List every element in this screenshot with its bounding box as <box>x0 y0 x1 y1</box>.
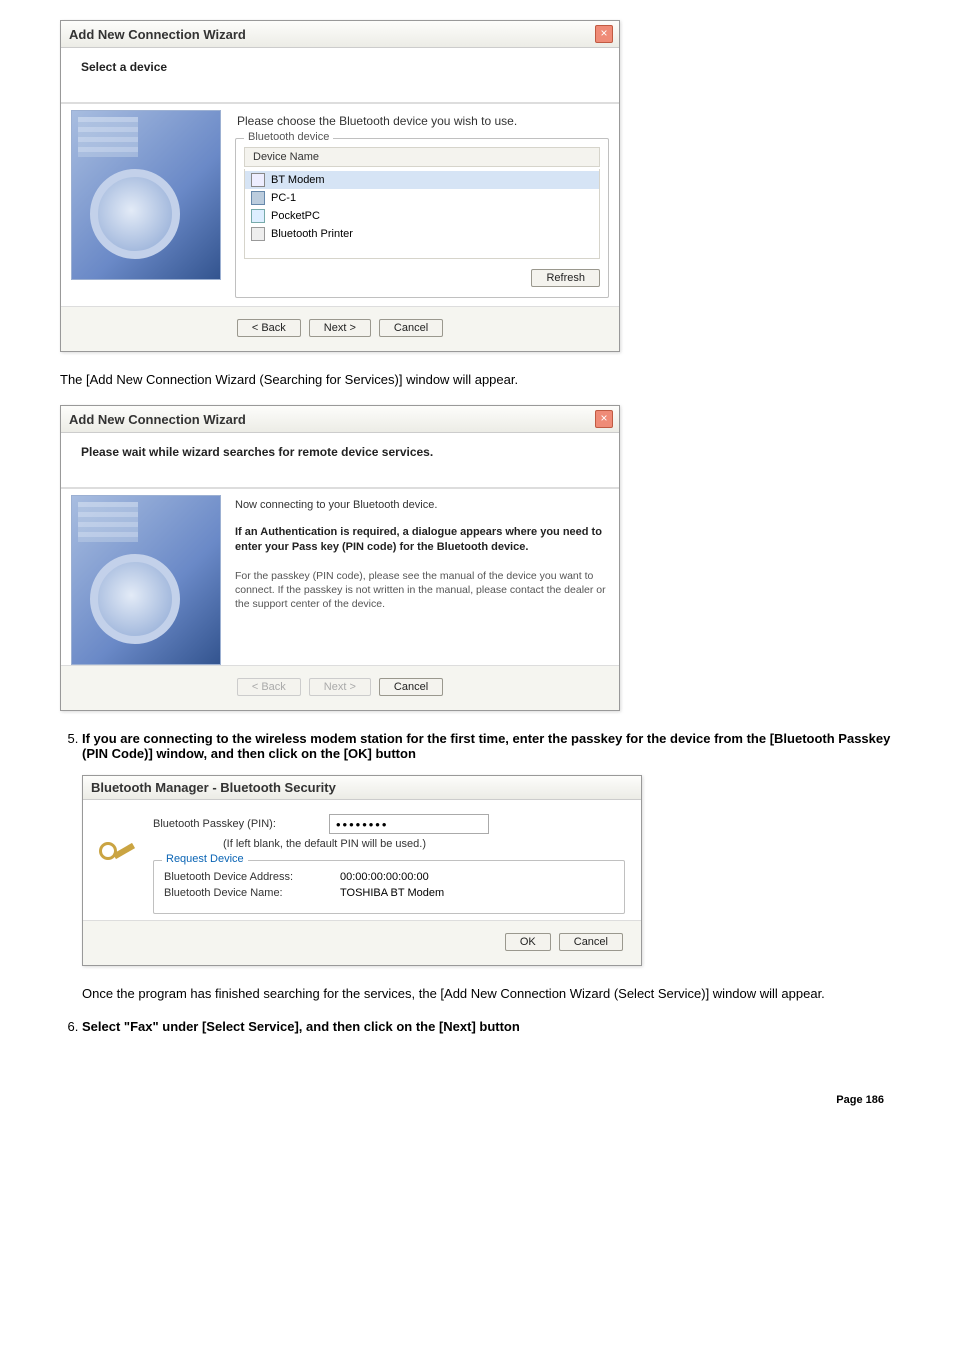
body-paragraph: Once the program has finished searching … <box>82 986 894 1001</box>
close-icon[interactable]: × <box>595 25 613 43</box>
printer-icon <box>251 227 265 241</box>
header-panel: Please wait while wizard searches for re… <box>61 433 619 488</box>
pda-icon <box>251 209 265 223</box>
dialog-title: Bluetooth Manager - Bluetooth Security <box>91 780 336 795</box>
refresh-button[interactable]: Refresh <box>531 269 600 287</box>
content-area: Bluetooth Passkey (PIN): •••••••• (If le… <box>83 800 641 921</box>
ok-button[interactable]: OK <box>505 933 551 951</box>
list-item[interactable]: PocketPC <box>245 207 599 225</box>
content-area: Please choose the Bluetooth device you w… <box>61 103 619 307</box>
modem-icon <box>251 173 265 187</box>
titlebar: Bluetooth Manager - Bluetooth Security <box>83 776 641 800</box>
request-device-title: Request Device <box>162 853 248 865</box>
dialog-header: Please wait while wizard searches for re… <box>77 443 603 459</box>
dialog-title: Add New Connection Wizard <box>69 412 246 427</box>
device-list[interactable]: BT Modem PC-1 PocketPC Bluetooth Printer <box>244 169 600 259</box>
titlebar: Add New Connection Wizard × <box>61 21 619 48</box>
button-row: < Back Next > Cancel <box>61 307 619 351</box>
name-label: Bluetooth Device Name: <box>164 887 324 899</box>
auth-warning: If an Authentication is required, a dial… <box>235 525 609 555</box>
dialog-header: Select a device <box>77 58 603 74</box>
step-6-text: Select "Fax" under [Select Service], and… <box>82 1019 520 1034</box>
close-icon[interactable]: × <box>595 410 613 428</box>
device-name: Bluetooth Printer <box>271 228 353 240</box>
content-right: Please choose the Bluetooth device you w… <box>235 110 609 306</box>
button-row: < Back Next > Cancel <box>61 666 619 710</box>
groupbox-title: Bluetooth device <box>244 131 333 143</box>
list-item[interactable]: Bluetooth Printer <box>245 225 599 243</box>
key-icon <box>99 832 139 872</box>
body-paragraph: The [Add New Connection Wizard (Searchin… <box>60 372 894 387</box>
status-text: Now connecting to your Bluetooth device. <box>235 499 609 511</box>
passkey-input[interactable]: •••••••• <box>329 814 489 834</box>
list-item[interactable]: PC-1 <box>245 189 599 207</box>
content-area: Now connecting to your Bluetooth device.… <box>61 488 619 666</box>
address-row: Bluetooth Device Address: 00:00:00:00:00… <box>164 871 614 883</box>
titlebar: Add New Connection Wizard × <box>61 406 619 433</box>
device-name: PC-1 <box>271 192 296 204</box>
address-value: 00:00:00:00:00:00 <box>340 871 429 883</box>
address-label: Bluetooth Device Address: <box>164 871 324 883</box>
header-panel: Select a device <box>61 48 619 103</box>
bluetooth-device-group: Bluetooth device Device Name BT Modem PC… <box>235 138 609 298</box>
list-item[interactable]: BT Modem <box>245 171 599 189</box>
select-device-dialog: Add New Connection Wizard × Select a dev… <box>60 20 620 352</box>
refresh-row: Refresh <box>244 269 600 287</box>
back-button: < Back <box>237 678 301 696</box>
cancel-button[interactable]: Cancel <box>559 933 623 951</box>
dialog-title: Add New Connection Wizard <box>69 27 246 42</box>
list-header: Device Name <box>244 147 600 167</box>
step-5: If you are connecting to the wireless mo… <box>82 731 894 1001</box>
device-name: PocketPC <box>271 210 320 222</box>
passkey-hint: For the passkey (PIN code), please see t… <box>235 569 609 612</box>
bluetooth-security-dialog: Bluetooth Manager - Bluetooth Security B… <box>82 775 642 966</box>
name-value: TOSHIBA BT Modem <box>340 887 444 899</box>
passkey-row: Bluetooth Passkey (PIN): •••••••• <box>153 814 625 834</box>
button-row: OK Cancel <box>83 921 641 965</box>
wizard-illustration <box>71 110 221 280</box>
step-5-text: If you are connecting to the wireless mo… <box>82 731 890 761</box>
cancel-button[interactable]: Cancel <box>379 678 443 696</box>
back-button[interactable]: < Back <box>237 319 301 337</box>
prompt-text: Please choose the Bluetooth device you w… <box>237 114 609 128</box>
content-right: Now connecting to your Bluetooth device.… <box>235 495 609 665</box>
wizard-illustration <box>71 495 221 665</box>
step-list: If you are connecting to the wireless mo… <box>42 731 894 1034</box>
fields: Bluetooth Passkey (PIN): •••••••• (If le… <box>153 814 625 914</box>
passkey-label: Bluetooth Passkey (PIN): <box>153 818 313 830</box>
request-device-group: Request Device Bluetooth Device Address:… <box>153 860 625 914</box>
searching-services-dialog: Add New Connection Wizard × Please wait … <box>60 405 620 711</box>
name-row: Bluetooth Device Name: TOSHIBA BT Modem <box>164 887 614 899</box>
pc-icon <box>251 191 265 205</box>
device-name: BT Modem <box>271 174 325 186</box>
next-button[interactable]: Next > <box>309 319 371 337</box>
cancel-button[interactable]: Cancel <box>379 319 443 337</box>
page-footer: Page 186 <box>60 1094 894 1106</box>
passkey-hint: (If left blank, the default PIN will be … <box>223 838 625 850</box>
next-button: Next > <box>309 678 371 696</box>
step-6: Select "Fax" under [Select Service], and… <box>82 1019 894 1034</box>
